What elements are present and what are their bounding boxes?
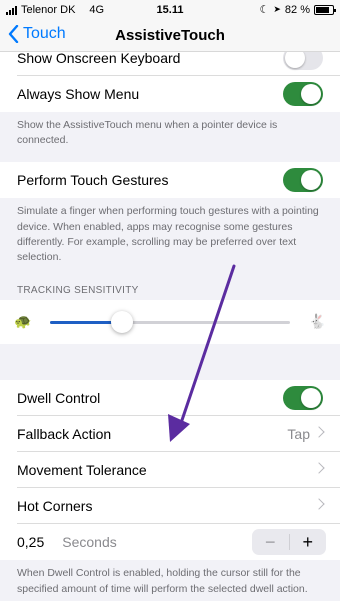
- hot-corners-row[interactable]: Hot Corners: [0, 488, 340, 525]
- movement-tolerance-row[interactable]: Movement Tolerance: [0, 452, 340, 489]
- dwell-footnote: When Dwell Control is enabled, holding t…: [17, 567, 308, 595]
- movement-tolerance-label: Movement Tolerance: [17, 462, 147, 479]
- tracking-sensitivity-row: 🐢 🐇: [0, 300, 340, 345]
- dwell-time-value: 0,25: [17, 534, 45, 551]
- always-show-menu-row[interactable]: Always Show Menu: [0, 76, 340, 112]
- always-show-menu-label: Always Show Menu: [17, 86, 140, 102]
- navigation-bar: Touch AssistiveTouch: [0, 20, 340, 52]
- tracking-slider-track[interactable]: [50, 321, 290, 325]
- onscreen-keyboard-label: Show Onscreen Keyboard: [17, 50, 181, 66]
- fallback-action-row[interactable]: Fallback Action Tap: [0, 416, 340, 453]
- dwell-control-toggle[interactable]: [283, 386, 323, 411]
- dwell-time-row: 0,25 Seconds − +: [0, 524, 340, 561]
- battery-percent: 82 %: [284, 3, 310, 16]
- perform-gestures-row[interactable]: Perform Touch Gestures: [0, 162, 340, 199]
- dwell-time-stepper: − +: [252, 529, 327, 556]
- menu-footnote: Show the AssistiveTouch menu when a poin…: [17, 119, 278, 147]
- dwell-time-unit: Seconds: [62, 534, 117, 551]
- dwell-control-row[interactable]: Dwell Control: [0, 380, 340, 417]
- perform-gestures-label: Perform Touch Gestures: [17, 172, 169, 189]
- chevron-right-icon: [313, 462, 325, 474]
- battery-icon: [314, 4, 336, 15]
- chevron-right-icon: [313, 426, 325, 438]
- increment-button[interactable]: +: [290, 529, 327, 555]
- tracking-sensitivity-header: TRACKING SENSITIVITY: [17, 285, 139, 297]
- chevron-right-icon: [313, 498, 325, 510]
- settings-list: Show Onscreen Keyboard Always Show Menu …: [0, 40, 340, 601]
- hare-icon: 🐇: [308, 313, 326, 330]
- tortoise-icon: 🐢: [14, 313, 32, 330]
- page-title: AssistiveTouch: [115, 27, 225, 44]
- fallback-action-value: Tap: [287, 426, 310, 443]
- gestures-footnote: Simulate a finger when performing touch …: [17, 205, 319, 264]
- location-icon: ➤: [273, 4, 281, 14]
- do-not-disturb-icon: ☾: [259, 4, 270, 16]
- status-bar: Telenor DK 4G 15.11 ☾ ➤ 82 %: [0, 0, 340, 20]
- perform-gestures-toggle[interactable]: [283, 168, 323, 193]
- hot-corners-label: Hot Corners: [17, 498, 93, 515]
- fallback-action-label: Fallback Action: [17, 426, 112, 443]
- tracking-slider-thumb[interactable]: [111, 311, 133, 334]
- always-show-menu-toggle[interactable]: [283, 82, 323, 106]
- decrement-button[interactable]: −: [252, 532, 290, 552]
- status-right: ☾ ➤ 82 %: [259, 3, 336, 16]
- dwell-control-label: Dwell Control: [17, 390, 101, 407]
